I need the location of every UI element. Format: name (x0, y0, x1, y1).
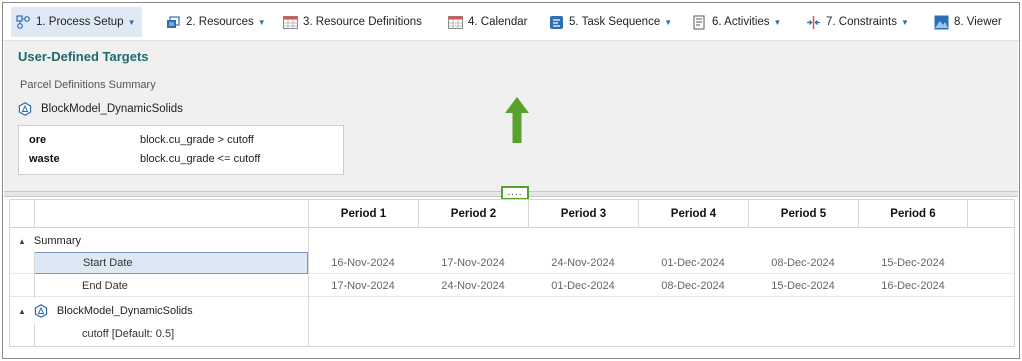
process-setup-icon (16, 14, 31, 30)
table-cell[interactable]: 24-Nov-2024 (418, 275, 528, 297)
app-window: 1. Process Setup ▼ 2. Resources ▼ 3. Res… (2, 2, 1020, 359)
resource-definitions-label: 3. Resource Definitions (303, 16, 422, 28)
resources-button[interactable]: 2. Resources ▼ (161, 7, 272, 37)
resources-icon (166, 15, 181, 30)
summary-group-row[interactable]: ▲ Summary (10, 230, 1014, 252)
viewer-label: 8. Viewer (954, 16, 1002, 28)
period-1-header[interactable]: Period 1 (308, 200, 418, 228)
grid-line (34, 252, 35, 298)
splitter-grip[interactable]: .... (501, 186, 529, 200)
parcel-definitions-summary-label: Parcel Definitions Summary (20, 79, 156, 91)
grid-line (308, 228, 309, 346)
activities-label: 6. Activities (712, 16, 770, 28)
table-cell[interactable]: 16-Nov-2024 (308, 252, 418, 274)
resources-label: 2. Resources (186, 16, 254, 28)
period-3-header[interactable]: Period 3 (528, 200, 638, 228)
task-sequence-icon (549, 15, 564, 30)
block-model-name: BlockModel_DynamicSolids (41, 103, 183, 115)
definition-row: ore block.cu_grade > cutoff (19, 134, 343, 150)
start-date-label[interactable]: Start Date (34, 252, 308, 274)
chevron-down-icon: ▼ (257, 17, 266, 27)
cutoff-label[interactable]: cutoff [Default: 0.5] (34, 323, 308, 345)
table-cell[interactable]: 15-Dec-2024 (748, 275, 858, 297)
block-model-group-label: BlockModel_DynamicSolids (56, 305, 193, 317)
constraints-icon (806, 15, 821, 30)
calendar-label: 4. Calendar (468, 16, 528, 28)
arrow-up-icon (505, 97, 529, 143)
task-sequence-label: 5. Task Sequence (569, 16, 661, 28)
period-6-header[interactable]: Period 6 (858, 200, 968, 228)
definition-key: ore (29, 134, 47, 146)
activities-button[interactable]: 6. Activities ▼ (687, 7, 787, 37)
collapse-triangle-icon[interactable]: ▲ (18, 307, 26, 316)
grid-header: Period 1 Period 2 Period 3 Period 4 Peri… (10, 200, 1014, 228)
table-cell[interactable]: 17-Nov-2024 (418, 252, 528, 274)
table-row[interactable]: Start Date 16-Nov-2024 17-Nov-2024 24-No… (10, 252, 1014, 274)
process-setup-button[interactable]: 1. Process Setup ▼ (11, 7, 142, 37)
table-row[interactable]: End Date 17-Nov-2024 24-Nov-2024 01-Dec-… (10, 275, 1014, 297)
period-5-header[interactable]: Period 5 (748, 200, 858, 228)
table-cell[interactable]: 15-Dec-2024 (858, 252, 968, 274)
table-cell[interactable]: 01-Dec-2024 (638, 252, 748, 274)
constraints-button[interactable]: 7. Constraints ▼ (801, 7, 915, 37)
period-4-header[interactable]: Period 4 (638, 200, 748, 228)
chevron-down-icon: ▼ (664, 17, 673, 27)
toolbar: 1. Process Setup ▼ 2. Resources ▼ 3. Res… (3, 3, 1019, 41)
section-title: User-Defined Targets (18, 49, 149, 64)
table-icon (283, 15, 298, 30)
chevron-down-icon: ▼ (127, 17, 136, 27)
collapse-triangle-icon[interactable]: ▲ (18, 237, 26, 246)
end-date-label[interactable]: End Date (34, 275, 308, 297)
viewer-button[interactable]: 8. Viewer (929, 7, 1008, 37)
definition-row: waste block.cu_grade <= cutoff (19, 153, 343, 169)
chevron-down-icon: ▼ (900, 17, 909, 27)
table-cell[interactable]: 16-Dec-2024 (858, 275, 968, 297)
block-model-icon (34, 304, 48, 318)
calendar-icon (448, 15, 463, 30)
table-cell[interactable]: 01-Dec-2024 (528, 275, 638, 297)
table-cell[interactable]: 08-Dec-2024 (638, 275, 748, 297)
table-cell[interactable]: 24-Nov-2024 (528, 252, 638, 274)
block-model-group-row[interactable]: ▲ BlockModel_DynamicSolids (10, 300, 1014, 322)
grid-line (34, 323, 35, 346)
parcel-definitions-box: ore block.cu_grade > cutoff waste block.… (18, 125, 344, 175)
block-model-row: BlockModel_DynamicSolids (18, 99, 183, 119)
definition-expression: block.cu_grade > cutoff (140, 134, 254, 146)
row-header-column (34, 200, 308, 228)
block-model-icon (18, 102, 32, 116)
table-cell[interactable]: 17-Nov-2024 (308, 275, 418, 297)
calendar-button[interactable]: 4. Calendar (443, 7, 533, 37)
resource-definitions-button[interactable]: 3. Resource Definitions (278, 7, 428, 37)
table-cell[interactable]: 08-Dec-2024 (748, 252, 858, 274)
table-row[interactable]: cutoff [Default: 0.5] (10, 323, 1014, 345)
activities-icon (692, 15, 707, 30)
period-2-header[interactable]: Period 2 (418, 200, 528, 228)
constraints-label: 7. Constraints (826, 16, 897, 28)
periods-grid: Period 1 Period 2 Period 3 Period 4 Peri… (9, 199, 1015, 347)
definition-expression: block.cu_grade <= cutoff (140, 153, 261, 165)
definition-key: waste (29, 153, 60, 165)
process-setup-label: 1. Process Setup (36, 16, 124, 28)
summary-group-label: Summary (33, 235, 81, 247)
task-sequence-button[interactable]: 5. Task Sequence ▼ (544, 7, 678, 37)
chevron-down-icon: ▼ (773, 17, 782, 27)
viewer-icon (934, 15, 949, 30)
